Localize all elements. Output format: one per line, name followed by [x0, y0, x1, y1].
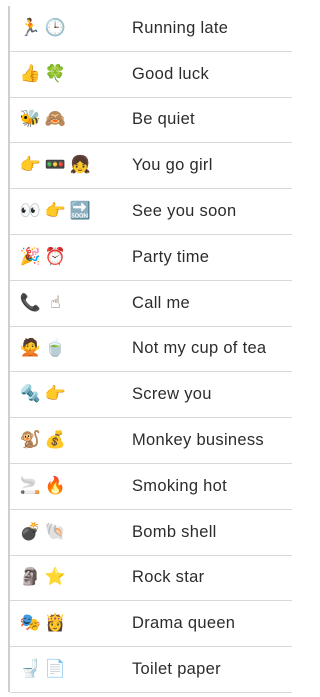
screw-nut-icon: 🔩 [19, 384, 42, 405]
emoji-cell: 👍 🍀 [20, 52, 120, 97]
bomb-icon: 💣 [19, 521, 42, 542]
phrase-label: Be quiet [132, 110, 195, 129]
emoji-cell: 🏃 🕒 [20, 6, 120, 51]
emoji-phrase-table: 🏃 🕒 Running late 👍 🍀 Good luck 🐝 🙈 Be quiet 👉 🚥 👧 Yo… [8, 6, 292, 693]
emoji-cell: 🙅 🍵 [20, 327, 120, 372]
teacup-icon: 🍵 [44, 338, 67, 359]
alarm-clock-icon: ⏰ [44, 246, 67, 267]
page-icon: 📄 [44, 659, 67, 680]
phrase-label: Bomb shell [132, 522, 217, 541]
emoji-cell: 🐝 🙈 [20, 98, 120, 143]
party-popper-icon: 🎉 [19, 246, 42, 267]
table-row: 👍 🍀 Good luck [10, 52, 292, 98]
soon-arrow-icon: 🔜 [69, 201, 92, 222]
emoji-cell: 💣 🐚 [20, 510, 120, 555]
girl-icon: 👧 [69, 155, 92, 176]
phrase-label: Monkey business [132, 431, 264, 450]
bee-icon: 🐝 [19, 109, 42, 130]
emoji-cell: 🐒 💰 [20, 418, 120, 463]
emoji-cell: 🚬 🔥 [20, 464, 120, 509]
phrase-label: Party time [132, 247, 210, 266]
emoji-cell: 🗿 ⭐ [20, 556, 120, 601]
emoji-cell: 🔩 👉 [20, 372, 120, 417]
four-leaf-clover-icon: 🍀 [44, 63, 67, 84]
table-row: 👀 👉 🔜 See you soon [10, 189, 292, 235]
phrase-label: Drama queen [132, 614, 236, 633]
see-no-evil-monkey-icon: 🙈 [44, 109, 67, 130]
eyes-icon: 👀 [19, 201, 42, 222]
emoji-cell: 🚽 📄 [20, 647, 120, 692]
table-row: 🎭 👸 Drama queen [10, 601, 292, 648]
pointing-right-icon: 👉 [19, 155, 42, 176]
table-row: 🐒 💰 Monkey business [10, 418, 292, 464]
spiral-shell-icon: 🐚 [44, 521, 67, 542]
pointing-up-icon: ☝ [50, 292, 61, 313]
phrase-label: Good luck [132, 64, 209, 83]
pointing-right-icon: 👉 [44, 384, 67, 405]
table-row: 📞 ☝ Call me [10, 281, 292, 327]
phrase-label: Not my cup of tea [132, 339, 267, 358]
table-row: 🗿 ⭐ Rock star [10, 556, 292, 602]
thumbs-up-icon: 👍 [19, 63, 42, 84]
table-row: 👉 🚥 👧 You go girl [10, 143, 292, 190]
emoji-cell: 👀 👉 🔜 [20, 189, 120, 234]
princess-icon: 👸 [44, 613, 67, 634]
fire-icon: 🔥 [44, 475, 67, 496]
star-icon: ⭐ [44, 567, 67, 588]
performing-arts-icon: 🎭 [19, 613, 42, 634]
table-row: 🚬 🔥 Smoking hot [10, 464, 292, 510]
emoji-cell: 📞 ☝ [20, 281, 120, 326]
monkey-icon: 🐒 [19, 430, 42, 451]
pointing-right-icon: 👉 [44, 201, 67, 222]
moai-icon: 🗿 [19, 567, 42, 588]
table-row: 💣 🐚 Bomb shell [10, 510, 292, 556]
telephone-receiver-icon: 📞 [19, 292, 42, 313]
emoji-cell: 👉 🚥 👧 [20, 143, 120, 188]
phrase-label: Screw you [132, 385, 212, 404]
traffic-light-icon: 🚥 [44, 155, 67, 176]
table-row: 🙅 🍵 Not my cup of tea [10, 327, 292, 373]
phrase-label: Call me [132, 293, 191, 312]
phrase-label: Running late [132, 18, 229, 37]
toilet-icon: 🚽 [19, 659, 42, 680]
emoji-cell: 🎉 ⏰ [20, 235, 120, 280]
table-row: 🎉 ⏰ Party time [10, 235, 292, 281]
phrase-label: Smoking hot [132, 476, 228, 495]
table-row: 🏃 🕒 Running late [10, 6, 292, 52]
phrase-label: Toilet paper [132, 660, 221, 679]
emoji-cell: 🎭 👸 [20, 601, 120, 646]
phrase-label: Rock star [132, 568, 205, 587]
table-row: 🔩 👉 Screw you [10, 372, 292, 419]
phrase-label: See you soon [132, 202, 237, 221]
no-gesture-woman-icon: 🙅 [19, 338, 42, 359]
phrase-label: You go girl [132, 156, 213, 175]
table-row: 🐝 🙈 Be quiet [10, 98, 292, 144]
cigarette-icon: 🚬 [19, 475, 42, 496]
running-person-icon: 🏃 [19, 17, 42, 38]
clock-icon: 🕒 [44, 17, 67, 38]
table-row: 🚽 📄 Toilet paper [10, 647, 292, 693]
money-bag-icon: 💰 [44, 430, 67, 451]
